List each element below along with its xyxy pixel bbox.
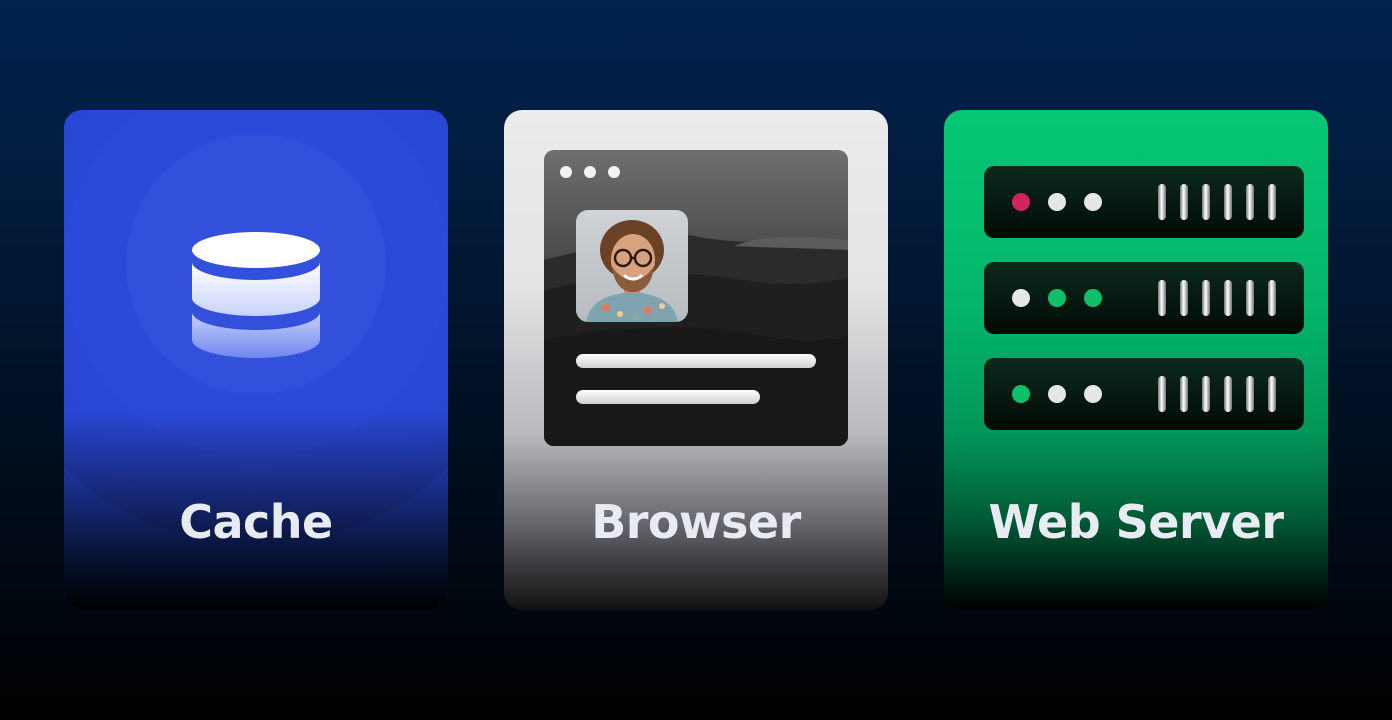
window-dot-icon bbox=[584, 166, 596, 178]
web-server-label: Web Server bbox=[988, 495, 1284, 549]
status-led-icon bbox=[1084, 289, 1102, 307]
server-rack-unit bbox=[984, 166, 1304, 238]
status-led-icon bbox=[1012, 385, 1030, 403]
window-dot-icon bbox=[608, 166, 620, 178]
cache-card: Cache bbox=[64, 110, 448, 610]
status-led-icon bbox=[1084, 385, 1102, 403]
server-rack-unit bbox=[984, 262, 1304, 334]
vent-slot bbox=[1158, 376, 1166, 412]
vent-slot bbox=[1180, 376, 1188, 412]
status-led-icon bbox=[1048, 385, 1066, 403]
vent-slot bbox=[1180, 184, 1188, 220]
window-dot-icon bbox=[560, 166, 572, 178]
server-rack-unit bbox=[984, 358, 1304, 430]
browser-card: Browser bbox=[504, 110, 888, 610]
text-line-placeholder bbox=[576, 390, 760, 404]
avatar bbox=[576, 210, 688, 322]
browser-label: Browser bbox=[591, 495, 801, 549]
vent-slot bbox=[1246, 280, 1254, 316]
text-line-placeholder bbox=[576, 354, 816, 368]
person-portrait-icon bbox=[586, 220, 678, 322]
status-led-icon bbox=[1084, 193, 1102, 211]
web-server-card: Web Server bbox=[944, 110, 1328, 610]
vent-slot bbox=[1202, 280, 1210, 316]
window-controls bbox=[560, 166, 620, 178]
vent-slot bbox=[1202, 184, 1210, 220]
vent-slot bbox=[1246, 184, 1254, 220]
vent-slot bbox=[1268, 376, 1276, 412]
vent-slot bbox=[1180, 280, 1188, 316]
status-led-icon bbox=[1048, 289, 1066, 307]
cache-label: Cache bbox=[179, 495, 333, 549]
status-led-icon bbox=[1012, 289, 1030, 307]
vent-slot bbox=[1268, 280, 1276, 316]
vent-slot bbox=[1158, 184, 1166, 220]
status-led-icon bbox=[1048, 193, 1066, 211]
database-icon bbox=[192, 232, 320, 358]
browser-window-icon bbox=[544, 150, 848, 446]
status-led-icon bbox=[1012, 193, 1030, 211]
vent-slot bbox=[1246, 376, 1254, 412]
vent-slot bbox=[1224, 376, 1232, 412]
vent-slot bbox=[1224, 280, 1232, 316]
vent-slot bbox=[1268, 184, 1276, 220]
vent-slot bbox=[1202, 376, 1210, 412]
vent-slot bbox=[1158, 280, 1166, 316]
vent-slot bbox=[1224, 184, 1232, 220]
